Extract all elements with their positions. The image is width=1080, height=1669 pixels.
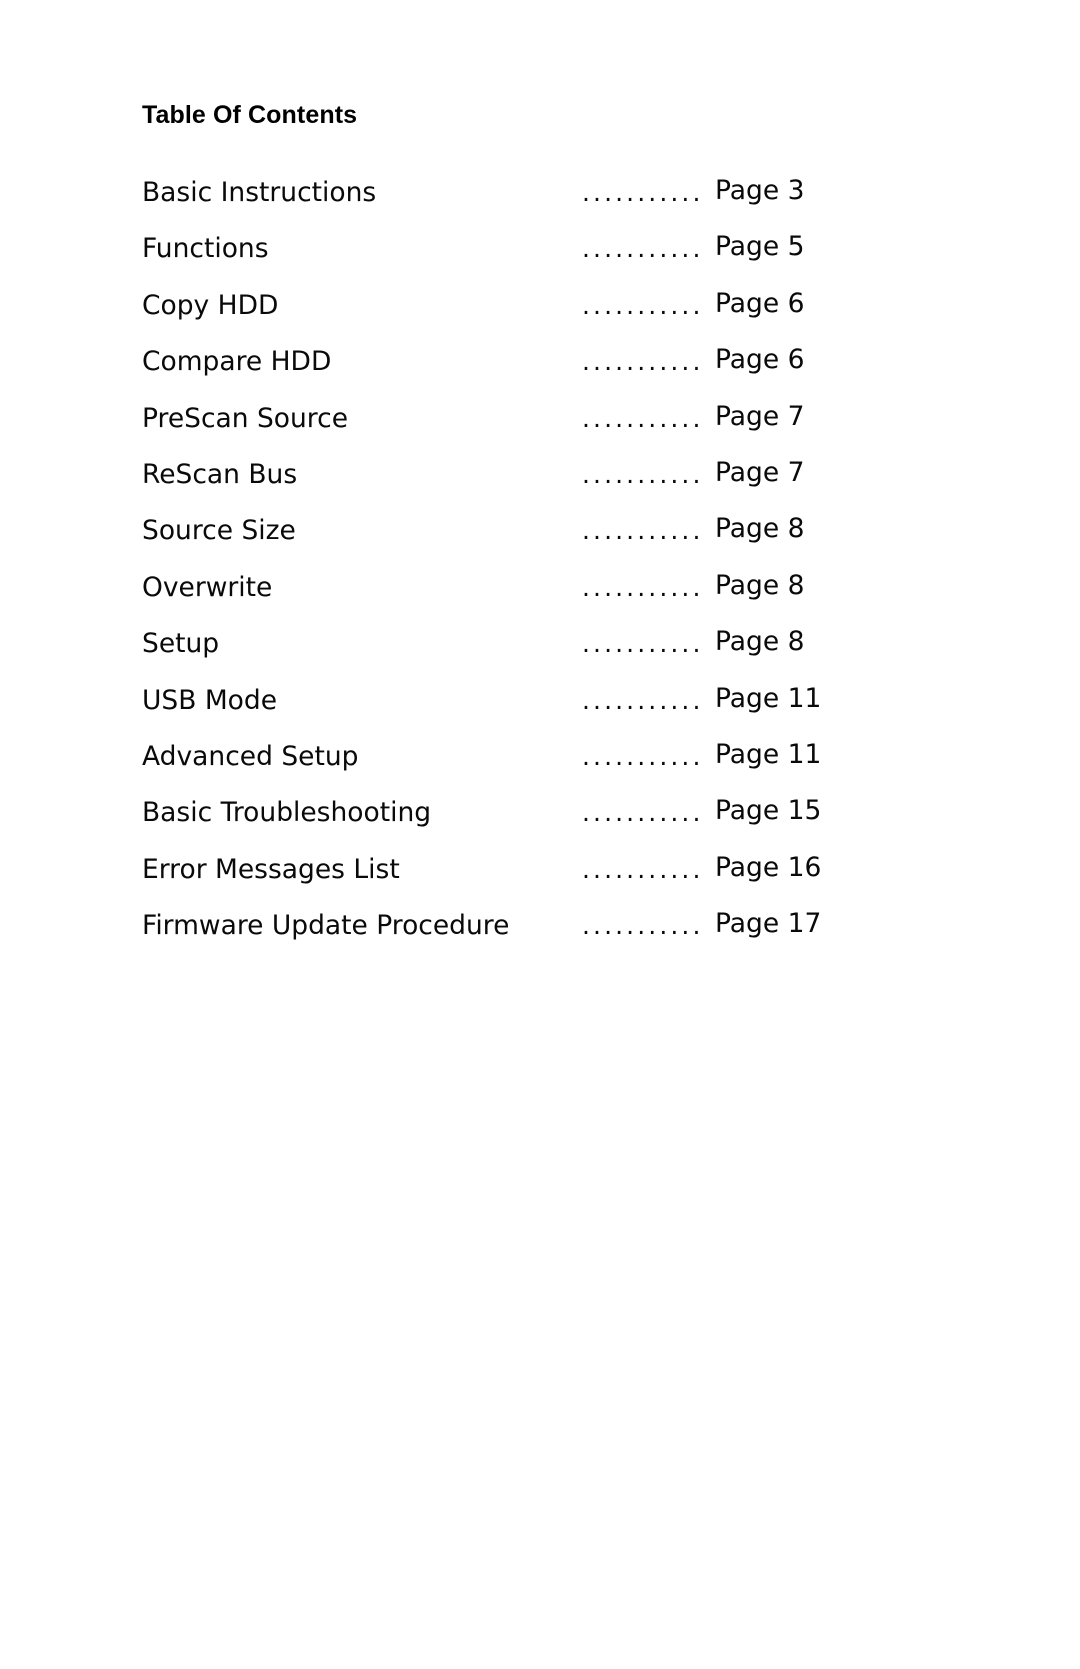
toc-dot-leader: ............ (582, 629, 706, 659)
document-page: Table Of Contents Basic Instructions....… (0, 0, 1080, 1669)
table-of-contents: Basic Instructions............ Page 3 Func… (142, 171, 942, 960)
toc-entry[interactable]: PreScan Source............ Page 7 (142, 397, 942, 453)
toc-entry-label: Setup (142, 628, 220, 660)
toc-dot-leader: ............ (582, 178, 706, 207)
toc-entry-page-number: Page 11 (715, 682, 822, 714)
toc-entry-page-number: Page 3 (715, 175, 805, 206)
toc-dot-leader: ............ (582, 911, 706, 941)
toc-entry[interactable]: Advanced Setup............ Page 11 (142, 735, 942, 791)
toc-entry-label: Basic Troubleshooting (142, 797, 432, 829)
toc-dot-leader: ............ (582, 234, 706, 264)
toc-entry[interactable]: Overwrite............ Page 8 (142, 566, 942, 622)
toc-entry-page-number: Page 6 (715, 344, 805, 376)
toc-entry-label: Source Size (142, 515, 296, 547)
toc-dot-leader: ............ (582, 572, 706, 602)
toc-entry-label: ReScan Bus (142, 458, 298, 490)
toc-entry-page-number: Page 6 (715, 287, 805, 319)
toc-entry[interactable]: Compare HDD............ Page 6 (142, 340, 942, 396)
toc-entry-page-number: Page 5 (715, 231, 805, 263)
toc-entry-label: Compare HDD (142, 346, 332, 378)
toc-entry-label: Functions (142, 233, 269, 265)
toc-entry-page-number: Page 11 (715, 738, 822, 770)
toc-entry-label: Firmware Update Procedure (142, 910, 510, 942)
toc-entry-page-number: Page 8 (715, 513, 805, 545)
toc-entry-page-number: Page 7 (715, 456, 805, 488)
toc-entry[interactable]: USB Mode............ Page 11 (142, 679, 942, 735)
toc-entry-label: PreScan Source (142, 402, 348, 434)
toc-entry[interactable]: Setup............ Page 8 (142, 622, 942, 678)
toc-entry-page-number: Page 8 (715, 569, 805, 601)
toc-dot-leader: ............ (582, 347, 706, 377)
toc-dot-leader: ............ (582, 798, 706, 828)
toc-entry-label: Error Messages List (142, 853, 400, 885)
toc-entry-label: Overwrite (142, 571, 273, 603)
toc-entry[interactable]: ReScan Bus............ Page 7 (142, 453, 942, 509)
toc-entry-page-number: Page 17 (715, 908, 822, 940)
toc-dot-leader: ............ (582, 685, 706, 715)
toc-entry-page-number: Page 16 (715, 851, 822, 883)
toc-dot-leader: ............ (582, 854, 706, 884)
page-title: Table Of Contents (142, 101, 358, 129)
toc-dot-leader: ............ (582, 741, 706, 771)
toc-entry-label: Basic Instructions (142, 177, 377, 208)
toc-entry[interactable]: Firmware Update Procedure............ Pag… (142, 904, 942, 960)
toc-entry-label: Copy HDD (142, 289, 279, 321)
toc-entry-page-number: Page 15 (715, 795, 822, 827)
toc-entry[interactable]: Functions............ Page 5 (142, 227, 942, 283)
toc-dot-leader: ............ (582, 459, 706, 489)
toc-entry[interactable]: Basic Troubleshooting............ Page 15 (142, 791, 942, 847)
toc-entry-page-number: Page 7 (715, 400, 805, 432)
toc-entry-label: Advanced Setup (142, 740, 359, 772)
toc-entry[interactable]: Source Size............ Page 8 (142, 509, 942, 565)
toc-dot-leader: ............ (582, 403, 706, 433)
toc-entry[interactable]: Basic Instructions............ Page 3 (142, 171, 942, 227)
toc-dot-leader: ............ (582, 516, 706, 546)
toc-dot-leader: ............ (582, 290, 706, 320)
toc-entry-label: USB Mode (142, 684, 278, 716)
toc-entry[interactable]: Copy HDD............ Page 6 (142, 284, 942, 340)
toc-entry[interactable]: Error Messages List............ Page 16 (142, 848, 942, 904)
toc-entry-page-number: Page 8 (715, 626, 805, 658)
